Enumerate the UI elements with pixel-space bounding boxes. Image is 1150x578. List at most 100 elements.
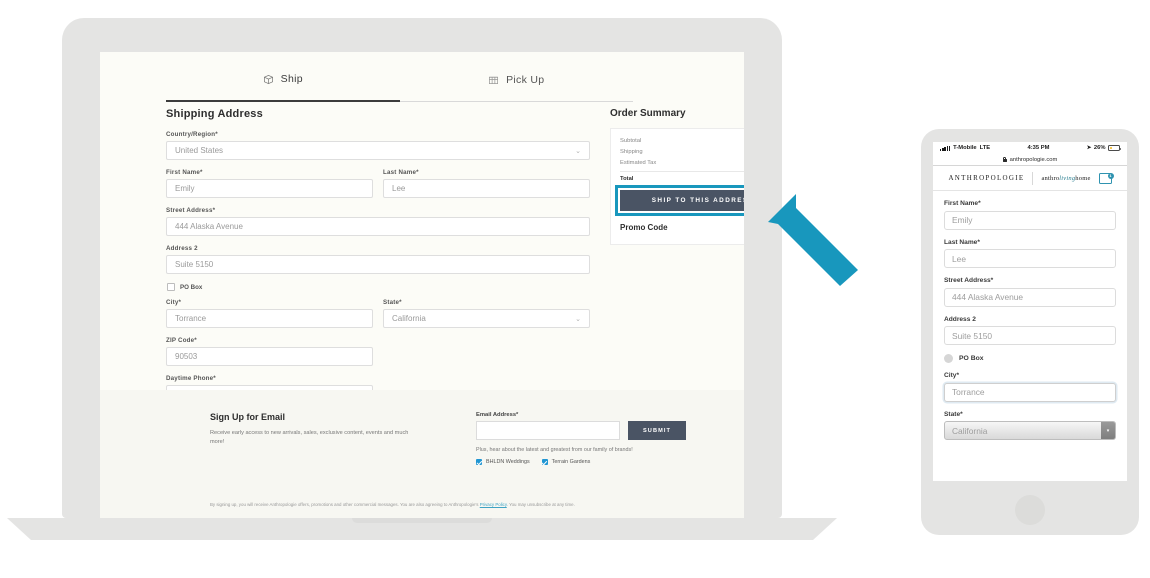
header-divider (1032, 171, 1034, 185)
phone-last-name-value: Lee (952, 253, 966, 264)
tab-ship[interactable]: Ship (166, 66, 400, 102)
shopping-bag-icon[interactable] (1098, 172, 1114, 184)
browser-url-bar[interactable]: anthropologie.com (933, 154, 1127, 166)
checkbox-icon[interactable] (167, 283, 175, 291)
country-select[interactable]: United States ⌄ (166, 141, 590, 160)
order-summary-panel: Order Summary 800.309.2500 Subtotal $160… (610, 108, 744, 245)
label-state: State* (383, 299, 402, 306)
lock-icon (1002, 157, 1007, 162)
summary-row-shipping: Shipping TBD (620, 149, 744, 155)
shipping-label: Shipping (620, 149, 643, 155)
phone-city-input[interactable]: Torrance (944, 382, 1116, 402)
street-address-value: 444 Alaska Avenue (175, 222, 243, 231)
home-button[interactable] (1015, 495, 1045, 525)
phone-field-address-2: Address 2 Suite 5150 (944, 316, 1116, 345)
field-first-name: First Name* Emily (166, 169, 373, 198)
phone-address-2-input[interactable]: Suite 5150 (944, 326, 1116, 345)
checkbox-checked-icon[interactable] (541, 459, 548, 465)
anthropologie-logo[interactable]: ANTHROPOLOGIE (948, 174, 1024, 182)
first-name-input[interactable]: Emily (166, 179, 373, 198)
delivery-method-tabs: Ship Pick Up (166, 66, 633, 102)
toggle-icon[interactable] (944, 354, 953, 363)
label-country: Country/Region* (166, 131, 218, 138)
phone-last-name-input[interactable]: Lee (944, 249, 1116, 268)
field-state: State* California ⌄ (383, 299, 590, 328)
phone-city-value: Torrance (952, 387, 985, 397)
bhldn-label: BHLDN Weddings (486, 459, 530, 465)
label-address-2: Address 2 (166, 245, 198, 252)
phone-first-name-input[interactable]: Emily (944, 210, 1116, 230)
box-icon (263, 74, 274, 85)
last-name-input[interactable]: Lee (383, 179, 590, 198)
tab-pickup-label: Pick Up (506, 73, 545, 86)
status-time: 4:35 PM (1027, 145, 1050, 151)
phone-po-box-row[interactable]: PO Box (944, 354, 1116, 363)
brand-em: living (1059, 174, 1076, 182)
legal-post: . You may unsubscribe at any time. (506, 502, 575, 507)
phone-label-street-address: Street Address* (944, 277, 994, 284)
chevron-down-icon: ⌄ (575, 315, 581, 323)
street-address-input[interactable]: 444 Alaska Avenue (166, 217, 590, 236)
zip-code-value: 90503 (175, 352, 198, 361)
phone-state-select[interactable]: California ▾ (944, 421, 1116, 440)
laptop-notch (352, 518, 492, 523)
city-value: Torrance (175, 314, 207, 323)
country-value: United States (175, 146, 224, 155)
summary-row-total: Total $160.00 (620, 171, 744, 182)
signup-copy: Sign Up for Email Receive early access t… (210, 412, 440, 447)
first-name-value: Emily (175, 184, 195, 193)
network-label: LTE (979, 145, 991, 151)
email-address-input[interactable] (476, 421, 620, 440)
signup-plus-text: Plus, hear about the latest and greatest… (476, 447, 633, 453)
state-select[interactable]: California ⌄ (383, 309, 590, 328)
zip-code-input[interactable]: 90503 (166, 347, 373, 366)
signal-bars-icon (940, 145, 951, 151)
last-name-value: Lee (392, 184, 406, 193)
brand-post: home (1075, 174, 1091, 182)
tab-pickup[interactable]: Pick Up (399, 66, 633, 102)
subtotal-label: Subtotal (620, 138, 642, 144)
phone-street-address-input[interactable]: 444 Alaska Avenue (944, 287, 1116, 307)
laptop-mockup: Ship Pick Up Shipping Address Country/Re… (7, 18, 858, 540)
total-label: Total (620, 176, 634, 182)
tax-label: Estimated Tax (620, 160, 657, 166)
phone-po-box-label: PO Box (959, 355, 984, 362)
chevron-down-icon[interactable]: ▾ (1101, 422, 1115, 439)
phone-label-state: State* (944, 410, 963, 418)
phone-screen: T-Mobile LTE 4:35 PM ➤ 26% anthropologie… (933, 142, 1127, 481)
checkbox-terrain-gardens[interactable]: Terrain Gardens (541, 459, 591, 465)
url-text: anthropologie.com (1009, 156, 1058, 163)
address-2-input[interactable]: Suite 5150 (166, 255, 590, 274)
carrier-label: T-Mobile (953, 145, 977, 151)
label-last-name: Last Name* (383, 169, 419, 176)
email-signup-section: Sign Up for Email Receive early access t… (100, 390, 744, 518)
signup-legal-text: By signing up, you will receive Anthropo… (210, 502, 680, 507)
phone-label-city: City* (944, 372, 960, 379)
checkbox-checked-icon[interactable] (476, 459, 482, 465)
privacy-policy-link[interactable]: Privacy Policy (480, 502, 507, 507)
shipping-address-form: Shipping Address Country/Region* United … (166, 108, 590, 413)
label-first-name: First Name* (166, 169, 203, 176)
phone-state-value: California (952, 425, 988, 436)
legal-pre: By signing up, you will receive Anthropo… (210, 502, 480, 507)
submit-button[interactable]: SUBMIT (628, 421, 686, 440)
signup-form: Email Address* SUBMIT Plus, hear about t… (476, 412, 686, 465)
phone-field-last-name: Last Name* Lee (944, 238, 1116, 268)
phone-label-last-name: Last Name* (944, 238, 980, 246)
ship-to-address-cta-wrapper: SHIP TO THIS ADDRESS (615, 185, 744, 216)
po-box-checkbox-row[interactable]: PO Box (167, 283, 590, 291)
site-header: ANTHROPOLOGIE anthrolivinghome (933, 166, 1127, 191)
label-daytime-phone: Daytime Phone* (166, 375, 216, 382)
tab-ship-label: Ship (280, 73, 303, 85)
location-arrow-icon: ➤ (1086, 145, 1092, 151)
phone-mockup: T-Mobile LTE 4:35 PM ➤ 26% anthropologie… (921, 129, 1139, 535)
summary-row-subtotal: Subtotal $160.00 (620, 138, 744, 144)
chevron-down-icon: ⌄ (575, 147, 581, 155)
phone-first-name-value: Emily (952, 215, 973, 225)
promo-code-label[interactable]: Promo Code (620, 223, 744, 232)
checkbox-bhldn-weddings[interactable]: BHLDN Weddings (476, 459, 530, 465)
city-input[interactable]: Torrance (166, 309, 373, 328)
terrain-label: Terrain Gardens (551, 459, 591, 465)
anthro-living-home-logo[interactable]: anthrolivinghome (1041, 175, 1090, 182)
field-city: City* Torrance (166, 299, 373, 328)
